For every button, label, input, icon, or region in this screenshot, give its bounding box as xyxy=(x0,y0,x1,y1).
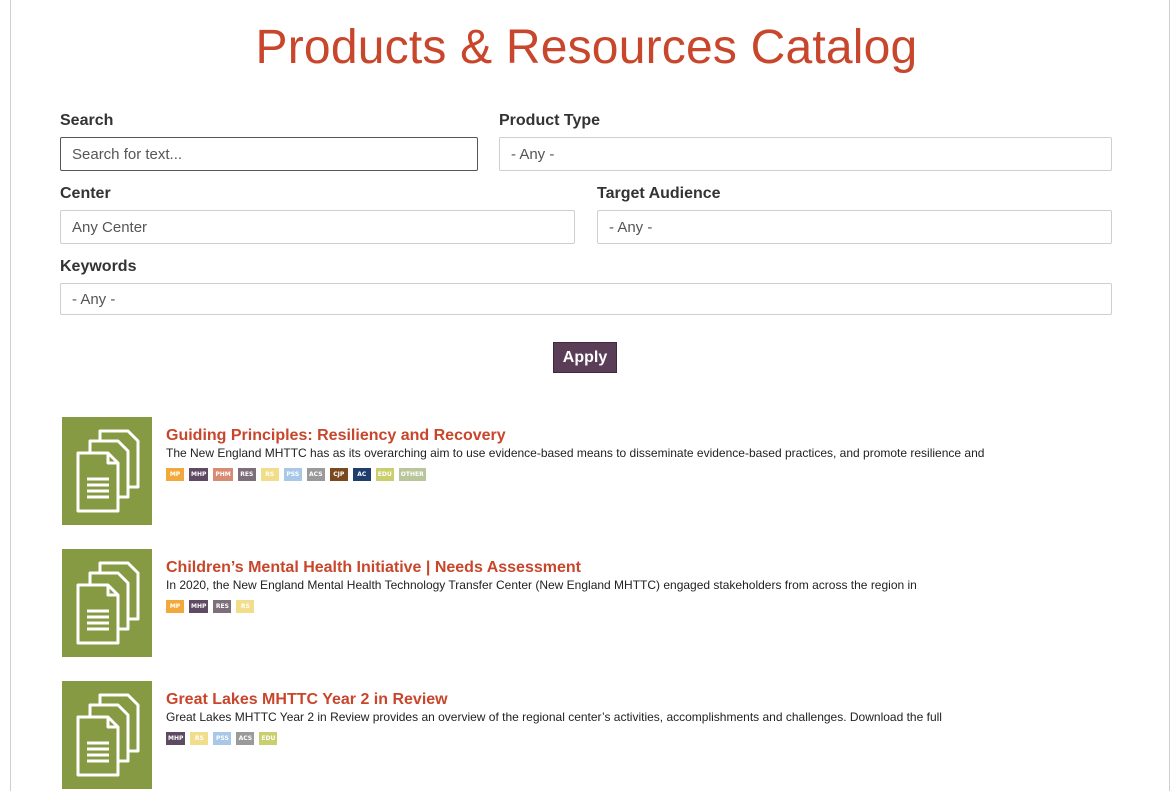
search-input[interactable]: Search for text... xyxy=(60,137,478,171)
tag-badge[interactable]: RS xyxy=(236,600,255,613)
keywords-label: Keywords xyxy=(60,258,137,275)
result-title[interactable]: Children’s Mental Health Initiative | Ne… xyxy=(166,559,1116,577)
search-label: Search xyxy=(60,112,114,129)
center-select[interactable]: Any Center xyxy=(60,210,575,244)
result-info: Children’s Mental Health Initiative | Ne… xyxy=(166,559,1116,613)
tag-badge[interactable]: RS xyxy=(190,732,209,745)
result-info: Great Lakes MHTTC Year 2 in Review Great… xyxy=(166,691,1116,745)
center-label: Center xyxy=(60,185,111,202)
target-audience-select[interactable]: - Any - xyxy=(597,210,1112,244)
product-type-label: Product Type xyxy=(499,112,601,129)
result-tags: MP MHP PHM RES RS PSS ACS CJP AC EDU OTHER xyxy=(166,468,1116,481)
apply-button[interactable]: Apply xyxy=(553,342,617,373)
tag-badge[interactable]: PSS xyxy=(213,732,232,745)
document-stack-icon[interactable] xyxy=(62,681,152,789)
tag-badge[interactable]: MHP xyxy=(166,732,186,745)
tag-badge[interactable]: RS xyxy=(260,468,279,481)
result-tags: MP MHP RES RS xyxy=(166,600,1116,613)
tag-badge[interactable]: MP xyxy=(166,468,184,481)
tag-badge[interactable]: RES xyxy=(237,468,256,481)
result-description: In 2020, the New England Mental Health T… xyxy=(166,578,917,592)
tag-badge[interactable]: PHM xyxy=(213,468,233,481)
keywords-select[interactable]: - Any - xyxy=(60,283,1112,315)
tag-badge[interactable]: MHP xyxy=(189,600,209,613)
result-title[interactable]: Guiding Principles: Resiliency and Recov… xyxy=(166,427,1116,445)
result-title[interactable]: Great Lakes MHTTC Year 2 in Review xyxy=(166,691,1116,709)
document-stack-icon[interactable] xyxy=(62,417,152,525)
target-audience-label: Target Audience xyxy=(597,185,721,202)
tag-badge[interactable]: CJP xyxy=(329,468,348,481)
page-title: Products & Resources Catalog xyxy=(255,21,918,74)
tag-badge[interactable]: MHP xyxy=(189,468,209,481)
tag-badge[interactable]: EDU xyxy=(259,732,278,745)
result-description: Great Lakes MHTTC Year 2 in Review provi… xyxy=(166,710,942,724)
result-info: Guiding Principles: Resiliency and Recov… xyxy=(166,427,1116,481)
tag-badge[interactable]: AC xyxy=(352,468,371,481)
result-description: The New England MHTTC has as its overarc… xyxy=(166,446,985,460)
document-stack-icon[interactable] xyxy=(62,549,152,657)
tag-badge[interactable]: MP xyxy=(166,600,184,613)
result-tags: MHP RS PSS ACS EDU xyxy=(166,732,1116,745)
tag-badge[interactable]: ACS xyxy=(236,732,255,745)
tag-badge[interactable]: RES xyxy=(213,600,232,613)
tag-badge[interactable]: ACS xyxy=(306,468,325,481)
tag-badge[interactable]: OTHER xyxy=(398,468,426,481)
tag-badge[interactable]: PSS xyxy=(283,468,302,481)
tag-badge[interactable]: EDU xyxy=(375,468,394,481)
product-type-select[interactable]: - Any - xyxy=(499,137,1112,171)
